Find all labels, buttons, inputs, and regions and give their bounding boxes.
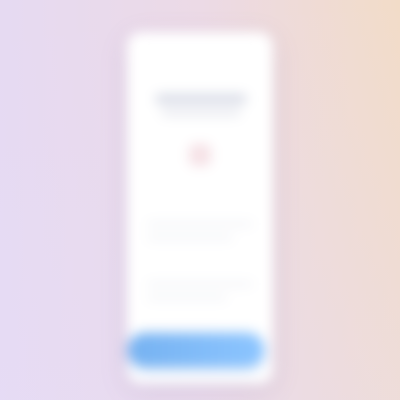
subtitle-placeholder — [161, 110, 241, 116]
primary-action-button[interactable] — [128, 333, 264, 367]
page-title-placeholder — [155, 94, 247, 104]
content-line — [147, 296, 227, 300]
content-line — [147, 222, 253, 226]
content-line — [147, 236, 233, 240]
content-line — [147, 282, 253, 286]
phone-screen-card — [127, 32, 273, 384]
blurred-screen — [0, 0, 400, 400]
app-icon — [189, 144, 211, 166]
